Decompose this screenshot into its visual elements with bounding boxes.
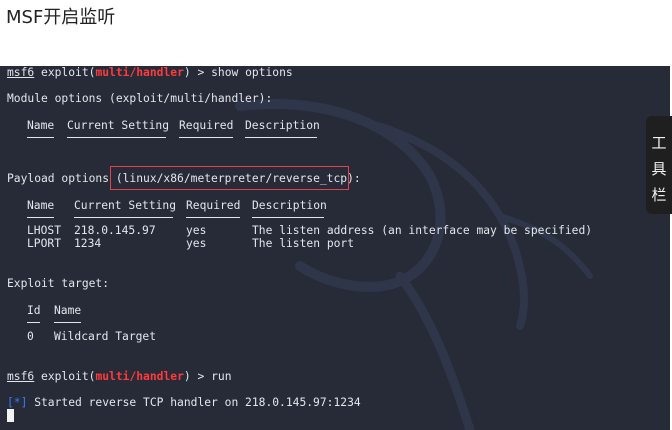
- header-rule: [74, 217, 173, 218]
- payload-header-name: Name: [27, 199, 55, 212]
- header-rule: [179, 137, 233, 138]
- table-cell-name: LPORT: [27, 237, 62, 250]
- header-rule: [27, 322, 40, 323]
- table-cell-target-name: Wildcard Target: [54, 330, 157, 343]
- module-header-description: Description: [245, 119, 320, 132]
- toolbar-char: 工: [651, 134, 667, 152]
- target-header-id: Id: [27, 304, 41, 317]
- payload-header-required: Required: [186, 199, 241, 212]
- header-rule: [186, 217, 240, 218]
- status-marker: [*]: [7, 396, 28, 409]
- toolbar-char: 具: [651, 160, 667, 178]
- prompt-exploit-prefix: exploit(: [41, 370, 96, 383]
- status-line: [*] Started reverse TCP handler on 218.0…: [7, 396, 361, 410]
- prompt-module: multi/handler: [95, 66, 184, 79]
- prompt-line-1: msf6 exploit(multi/handler) > show optio…: [7, 66, 293, 80]
- payload-highlight-box: [110, 166, 349, 190]
- payload-header-description: Description: [252, 199, 327, 212]
- prompt-exploit-suffix: ) >: [183, 66, 212, 79]
- exploit-target-title: Exploit target:: [7, 277, 110, 290]
- table-cell-required: yes: [186, 237, 207, 250]
- table-cell-setting: 1234: [74, 237, 102, 250]
- module-options-title: Module options (exploit/multi/handler):: [7, 92, 273, 105]
- payload-options-prefix: Payload options: [7, 172, 116, 185]
- header-rule: [252, 217, 324, 218]
- target-header-name: Name: [54, 304, 82, 317]
- table-cell-setting: 218.0.145.97: [74, 224, 156, 237]
- prompt-exploit-suffix: ) >: [183, 370, 212, 383]
- prompt-module: multi/handler: [95, 370, 184, 383]
- prompt-exploit-prefix: exploit(: [41, 66, 96, 79]
- terminal-window[interactable]: msf6 exploit(multi/handler) > show optio…: [0, 66, 670, 430]
- prompt-user: msf6: [7, 66, 35, 79]
- prompt-user: msf6: [7, 370, 35, 383]
- module-header-name: Name: [27, 119, 55, 132]
- status-text: Started reverse TCP handler on 218.0.145…: [27, 396, 361, 409]
- command-text: show options: [211, 66, 293, 79]
- page-title: MSF开启监听: [6, 7, 116, 28]
- module-header-required: Required: [179, 119, 234, 132]
- payload-header-setting: Current Setting: [74, 199, 177, 212]
- toolbar-char: 栏: [651, 186, 667, 204]
- header-rule: [27, 217, 54, 218]
- header-rule: [245, 137, 317, 138]
- table-cell-name: LHOST: [27, 224, 62, 237]
- header-rule: [67, 137, 166, 138]
- terminal-cursor: [7, 409, 14, 422]
- header-rule: [27, 137, 54, 138]
- floating-toolbar[interactable]: 工 具 栏: [646, 116, 672, 214]
- command-text: run: [211, 370, 232, 383]
- table-cell-description: The listen address (an interface may be …: [252, 224, 593, 237]
- table-cell-description: The listen port: [252, 237, 355, 250]
- prompt-line-2: msf6 exploit(multi/handler) > run: [7, 370, 232, 384]
- table-cell-id: 0: [27, 330, 34, 343]
- header-rule: [54, 322, 81, 323]
- payload-options-suffix: :: [353, 172, 361, 185]
- table-cell-required: yes: [186, 224, 207, 237]
- module-header-setting: Current Setting: [67, 119, 170, 132]
